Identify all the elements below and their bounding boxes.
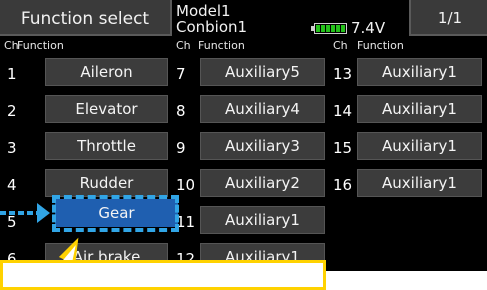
channel-number: 5	[7, 213, 17, 231]
function-button-ch9[interactable]: Auxiliary3	[200, 132, 325, 160]
arrow-right-icon	[37, 203, 50, 223]
callout-box	[0, 260, 326, 290]
screen-title: Function select	[0, 0, 172, 36]
column-header-function: Function	[357, 39, 404, 52]
channel-number: 8	[176, 102, 186, 120]
function-button-ch14[interactable]: Auxiliary1	[357, 95, 482, 123]
channel-number: 4	[7, 176, 17, 194]
function-button-ch13[interactable]: Auxiliary1	[357, 58, 482, 86]
channel-number: 14	[333, 102, 353, 120]
function-button-ch2[interactable]: Elevator	[45, 95, 168, 123]
function-button-ch1[interactable]: Aileron	[45, 58, 168, 86]
function-button-ch4[interactable]: Rudder	[45, 169, 168, 197]
channel-number: 15	[333, 139, 353, 157]
channel-number: 3	[7, 139, 17, 157]
function-button-ch10[interactable]: Auxiliary2	[200, 169, 325, 197]
column-header-ch: Ch	[176, 39, 191, 52]
function-button-ch7[interactable]: Auxiliary5	[200, 58, 325, 86]
column-header-function: Function	[198, 39, 245, 52]
function-button-ch3[interactable]: Throttle	[45, 132, 168, 160]
channel-number: 13	[333, 65, 353, 83]
function-button-ch15[interactable]: Auxiliary1	[357, 132, 482, 160]
function-button-ch16[interactable]: Auxiliary1	[357, 169, 482, 197]
channel-number: 16	[333, 176, 353, 194]
model-name: Model1	[176, 2, 231, 20]
pointer-line	[0, 211, 37, 215]
channel-number: 2	[7, 102, 17, 120]
channel-number: 9	[176, 139, 186, 157]
transmitter-screen: Function select Model1 Conbion1 7.4V 1/1…	[0, 0, 487, 271]
column-header-ch: Ch	[333, 39, 348, 52]
column-header-function: Function	[17, 39, 64, 52]
channel-number: 1	[7, 65, 17, 83]
selection-highlight-frame	[52, 195, 179, 232]
battery-icon	[311, 23, 347, 34]
function-button-ch11[interactable]: Auxiliary1	[200, 206, 325, 234]
model-type: Conbion1	[176, 18, 248, 36]
channel-number: 7	[176, 65, 186, 83]
function-button-ch8[interactable]: Auxiliary4	[200, 95, 325, 123]
page-indicator[interactable]: 1/1	[409, 0, 487, 36]
battery-voltage: 7.4V	[351, 19, 386, 37]
channel-number: 10	[176, 176, 196, 194]
